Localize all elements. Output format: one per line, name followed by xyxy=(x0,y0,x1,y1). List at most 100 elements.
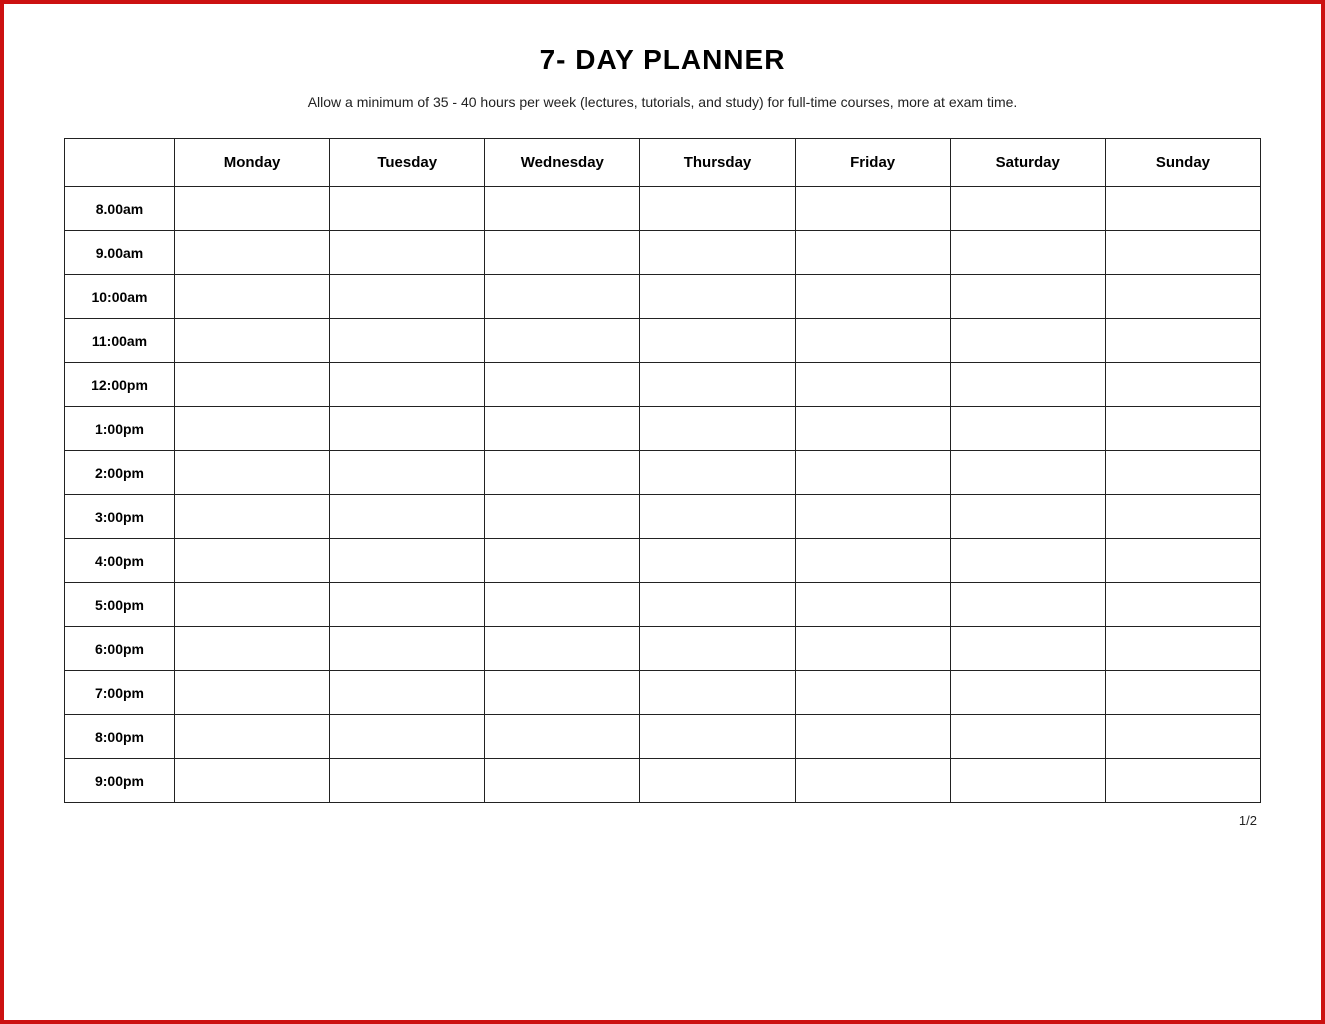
day-cell[interactable] xyxy=(175,627,330,671)
day-cell[interactable] xyxy=(485,539,640,583)
day-cell[interactable] xyxy=(485,583,640,627)
day-cell[interactable] xyxy=(640,583,795,627)
day-cell[interactable] xyxy=(485,231,640,275)
day-cell[interactable] xyxy=(175,407,330,451)
day-cell[interactable] xyxy=(330,715,485,759)
day-cell[interactable] xyxy=(330,319,485,363)
day-cell[interactable] xyxy=(1105,495,1260,539)
day-cell[interactable] xyxy=(175,319,330,363)
day-cell[interactable] xyxy=(1105,715,1260,759)
day-cell[interactable] xyxy=(1105,231,1260,275)
day-cell[interactable] xyxy=(950,539,1105,583)
day-cell[interactable] xyxy=(1105,451,1260,495)
day-cell[interactable] xyxy=(950,363,1105,407)
day-cell[interactable] xyxy=(1105,539,1260,583)
day-cell[interactable] xyxy=(640,715,795,759)
day-cell[interactable] xyxy=(795,231,950,275)
day-cell[interactable] xyxy=(640,231,795,275)
day-cell[interactable] xyxy=(640,671,795,715)
day-cell[interactable] xyxy=(795,715,950,759)
day-cell[interactable] xyxy=(640,539,795,583)
day-cell[interactable] xyxy=(795,627,950,671)
day-cell[interactable] xyxy=(330,231,485,275)
day-cell[interactable] xyxy=(485,407,640,451)
day-cell[interactable] xyxy=(330,539,485,583)
day-cell[interactable] xyxy=(950,319,1105,363)
day-cell[interactable] xyxy=(485,451,640,495)
day-cell[interactable] xyxy=(795,407,950,451)
day-cell[interactable] xyxy=(950,231,1105,275)
day-cell[interactable] xyxy=(330,275,485,319)
day-cell[interactable] xyxy=(330,671,485,715)
day-cell[interactable] xyxy=(1105,671,1260,715)
day-cell[interactable] xyxy=(795,275,950,319)
day-cell[interactable] xyxy=(330,407,485,451)
day-cell[interactable] xyxy=(485,671,640,715)
day-cell[interactable] xyxy=(950,759,1105,803)
day-cell[interactable] xyxy=(485,275,640,319)
day-cell[interactable] xyxy=(485,715,640,759)
day-cell[interactable] xyxy=(330,759,485,803)
day-cell[interactable] xyxy=(640,495,795,539)
day-cell[interactable] xyxy=(1105,187,1260,231)
day-cell[interactable] xyxy=(795,187,950,231)
day-cell[interactable] xyxy=(175,539,330,583)
day-cell[interactable] xyxy=(1105,275,1260,319)
day-cell[interactable] xyxy=(640,759,795,803)
day-cell[interactable] xyxy=(795,363,950,407)
day-cell[interactable] xyxy=(485,363,640,407)
day-cell[interactable] xyxy=(1105,363,1260,407)
day-cell[interactable] xyxy=(330,363,485,407)
day-cell[interactable] xyxy=(330,627,485,671)
day-cell[interactable] xyxy=(640,187,795,231)
day-cell[interactable] xyxy=(640,627,795,671)
day-cell[interactable] xyxy=(175,759,330,803)
time-cell: 10:00am xyxy=(65,275,175,319)
day-cell[interactable] xyxy=(175,495,330,539)
day-cell[interactable] xyxy=(175,363,330,407)
day-cell[interactable] xyxy=(640,275,795,319)
day-cell[interactable] xyxy=(175,715,330,759)
day-cell[interactable] xyxy=(330,451,485,495)
day-cell[interactable] xyxy=(1105,583,1260,627)
day-cell[interactable] xyxy=(485,187,640,231)
day-cell[interactable] xyxy=(640,363,795,407)
day-cell[interactable] xyxy=(795,495,950,539)
day-cell[interactable] xyxy=(330,187,485,231)
day-cell[interactable] xyxy=(950,187,1105,231)
day-cell[interactable] xyxy=(175,583,330,627)
day-cell[interactable] xyxy=(795,759,950,803)
day-cell[interactable] xyxy=(1105,759,1260,803)
day-cell[interactable] xyxy=(950,715,1105,759)
day-cell[interactable] xyxy=(485,495,640,539)
day-cell[interactable] xyxy=(950,495,1105,539)
day-cell[interactable] xyxy=(795,583,950,627)
day-cell[interactable] xyxy=(175,671,330,715)
day-cell[interactable] xyxy=(950,583,1105,627)
day-cell[interactable] xyxy=(950,671,1105,715)
day-cell[interactable] xyxy=(950,407,1105,451)
day-cell[interactable] xyxy=(175,187,330,231)
day-cell[interactable] xyxy=(330,495,485,539)
day-cell[interactable] xyxy=(950,451,1105,495)
day-cell[interactable] xyxy=(330,583,485,627)
day-cell[interactable] xyxy=(1105,627,1260,671)
day-cell[interactable] xyxy=(1105,407,1260,451)
day-cell[interactable] xyxy=(175,451,330,495)
day-cell[interactable] xyxy=(795,319,950,363)
day-cell[interactable] xyxy=(950,627,1105,671)
day-cell[interactable] xyxy=(640,451,795,495)
day-cell[interactable] xyxy=(175,231,330,275)
day-cell[interactable] xyxy=(485,627,640,671)
day-cell[interactable] xyxy=(1105,319,1260,363)
day-cell[interactable] xyxy=(485,759,640,803)
header-sunday: Sunday xyxy=(1105,139,1260,187)
day-cell[interactable] xyxy=(640,407,795,451)
day-cell[interactable] xyxy=(485,319,640,363)
day-cell[interactable] xyxy=(175,275,330,319)
day-cell[interactable] xyxy=(795,539,950,583)
day-cell[interactable] xyxy=(640,319,795,363)
day-cell[interactable] xyxy=(950,275,1105,319)
day-cell[interactable] xyxy=(795,451,950,495)
day-cell[interactable] xyxy=(795,671,950,715)
